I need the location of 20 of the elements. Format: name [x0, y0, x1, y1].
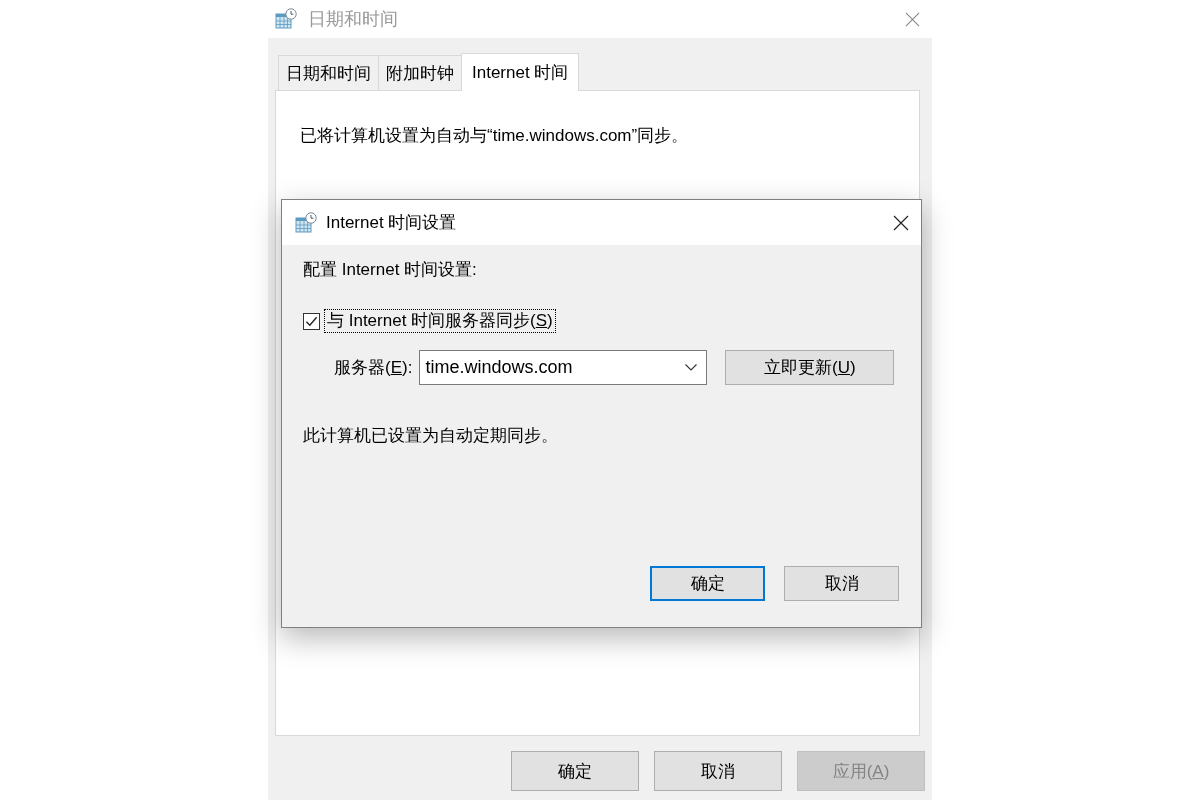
sync-status-text: 已将计算机设置为自动与“time.windows.com”同步。	[300, 125, 690, 147]
section-heading: 配置 Internet 时间设置:	[303, 259, 478, 281]
chevron-down-icon[interactable]	[685, 363, 698, 371]
calendar-clock-icon	[275, 8, 297, 30]
window-title: 日期和时间	[308, 8, 398, 31]
server-combobox[interactable]: time.windows.com	[419, 349, 708, 385]
server-label: 服务器(E):	[334, 356, 413, 379]
dialog-title: Internet 时间设置	[326, 212, 457, 234]
dialog-button[interactable]: 确定	[650, 566, 765, 601]
close-icon[interactable]	[893, 214, 909, 231]
tab[interactable]: Internet 时间	[461, 53, 580, 91]
dialog-button[interactable]: 取消	[784, 566, 899, 601]
calendar-clock-icon	[295, 211, 317, 234]
update-now-button[interactable]: 立即更新(U)	[725, 349, 895, 385]
dialog-button[interactable]: 取消	[654, 751, 782, 791]
tab[interactable]: 日期和时间	[278, 55, 379, 90]
sync-status-text: 此计算机已设置为自动定期同步。	[303, 425, 559, 447]
checkbox-label[interactable]: 与 Internet 时间服务器同步(S)	[324, 309, 556, 333]
dialog-button[interactable]: 确定	[511, 751, 639, 791]
checkbox[interactable]	[303, 312, 320, 330]
